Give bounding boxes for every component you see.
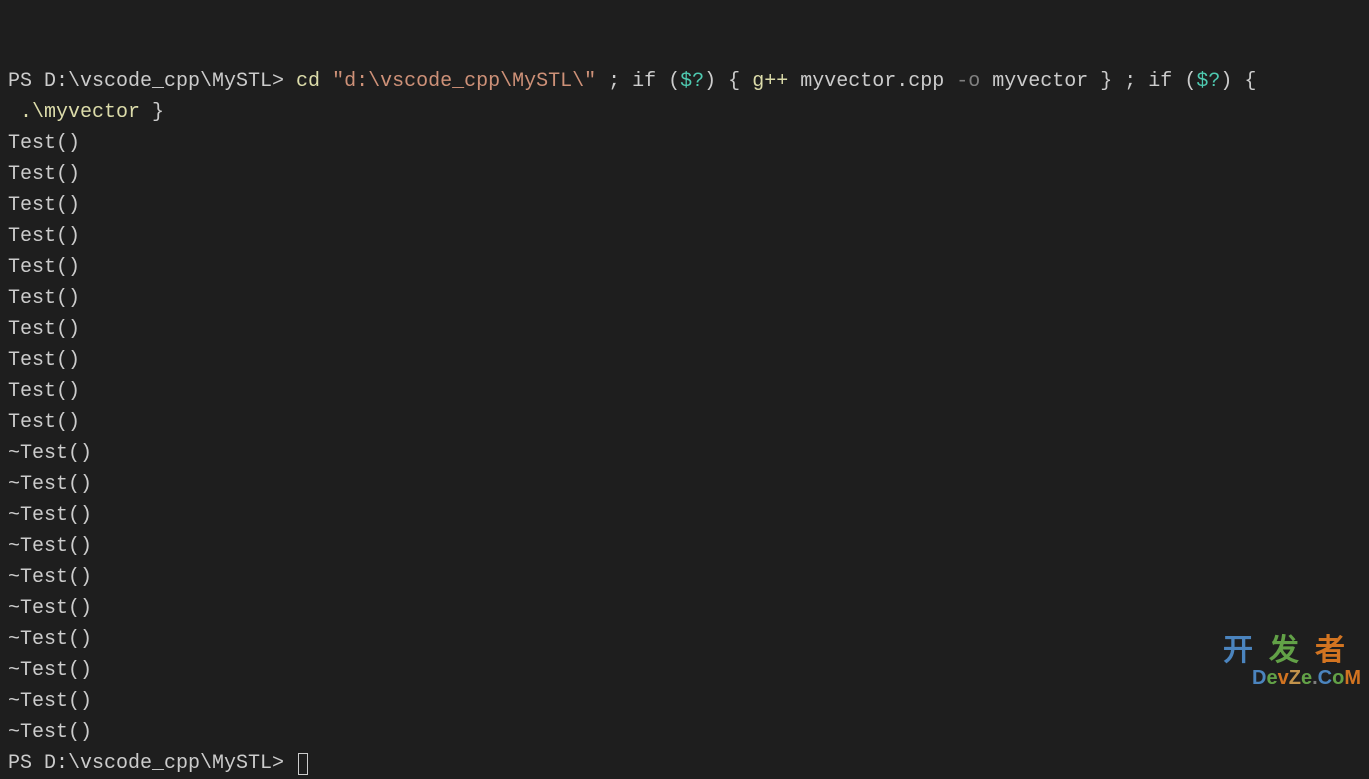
cursor-icon: [298, 753, 308, 775]
terminal-output[interactable]: PS D:\vscode_cpp\MySTL> cd "d:\vscode_cp…: [8, 4, 1361, 779]
output-line: Test(): [8, 159, 1361, 190]
output-line: Test(): [8, 407, 1361, 438]
output-line: Test(): [8, 190, 1361, 221]
variable: $?: [1196, 70, 1220, 93]
cmd-exec: .\myvector: [20, 101, 140, 124]
watermark: 开发者 DevZe.CoM: [1223, 634, 1361, 689]
cmd-path: "d:\vscode_cpp\MySTL\": [332, 70, 596, 93]
ps-prompt: PS D:\vscode_cpp\MySTL>: [8, 752, 296, 775]
ps-prompt: PS D:\vscode_cpp\MySTL>: [8, 70, 296, 93]
output-line: Test(): [8, 376, 1361, 407]
output-line: Test(): [8, 128, 1361, 159]
output-line: ~Test(): [8, 469, 1361, 500]
command-line-2: .\myvector }: [8, 97, 1361, 128]
output-line: ~Test(): [8, 655, 1361, 686]
variable: $?: [680, 70, 704, 93]
output-line: ~Test(): [8, 562, 1361, 593]
output-line: ~Test(): [8, 624, 1361, 655]
output-line: ~Test(): [8, 531, 1361, 562]
output-line: Test(): [8, 252, 1361, 283]
output-line: ~Test(): [8, 717, 1361, 748]
output-line: ~Test(): [8, 686, 1361, 717]
output-line: ~Test(): [8, 500, 1361, 531]
output-line: ~Test(): [8, 593, 1361, 624]
output-line: Test(): [8, 283, 1361, 314]
output-line: Test(): [8, 221, 1361, 252]
output-line: ~Test(): [8, 438, 1361, 469]
cmd-cd: cd: [296, 70, 332, 93]
command-line-1: PS D:\vscode_cpp\MySTL> cd "d:\vscode_cp…: [8, 66, 1361, 97]
watermark-en: DevZe.CoM: [1223, 667, 1361, 689]
watermark-cn: 开发者: [1223, 634, 1361, 667]
prompt-line[interactable]: PS D:\vscode_cpp\MySTL>: [8, 752, 308, 775]
output-line: Test(): [8, 345, 1361, 376]
cmd-gpp: g++: [752, 70, 788, 93]
output-line: Test(): [8, 314, 1361, 345]
